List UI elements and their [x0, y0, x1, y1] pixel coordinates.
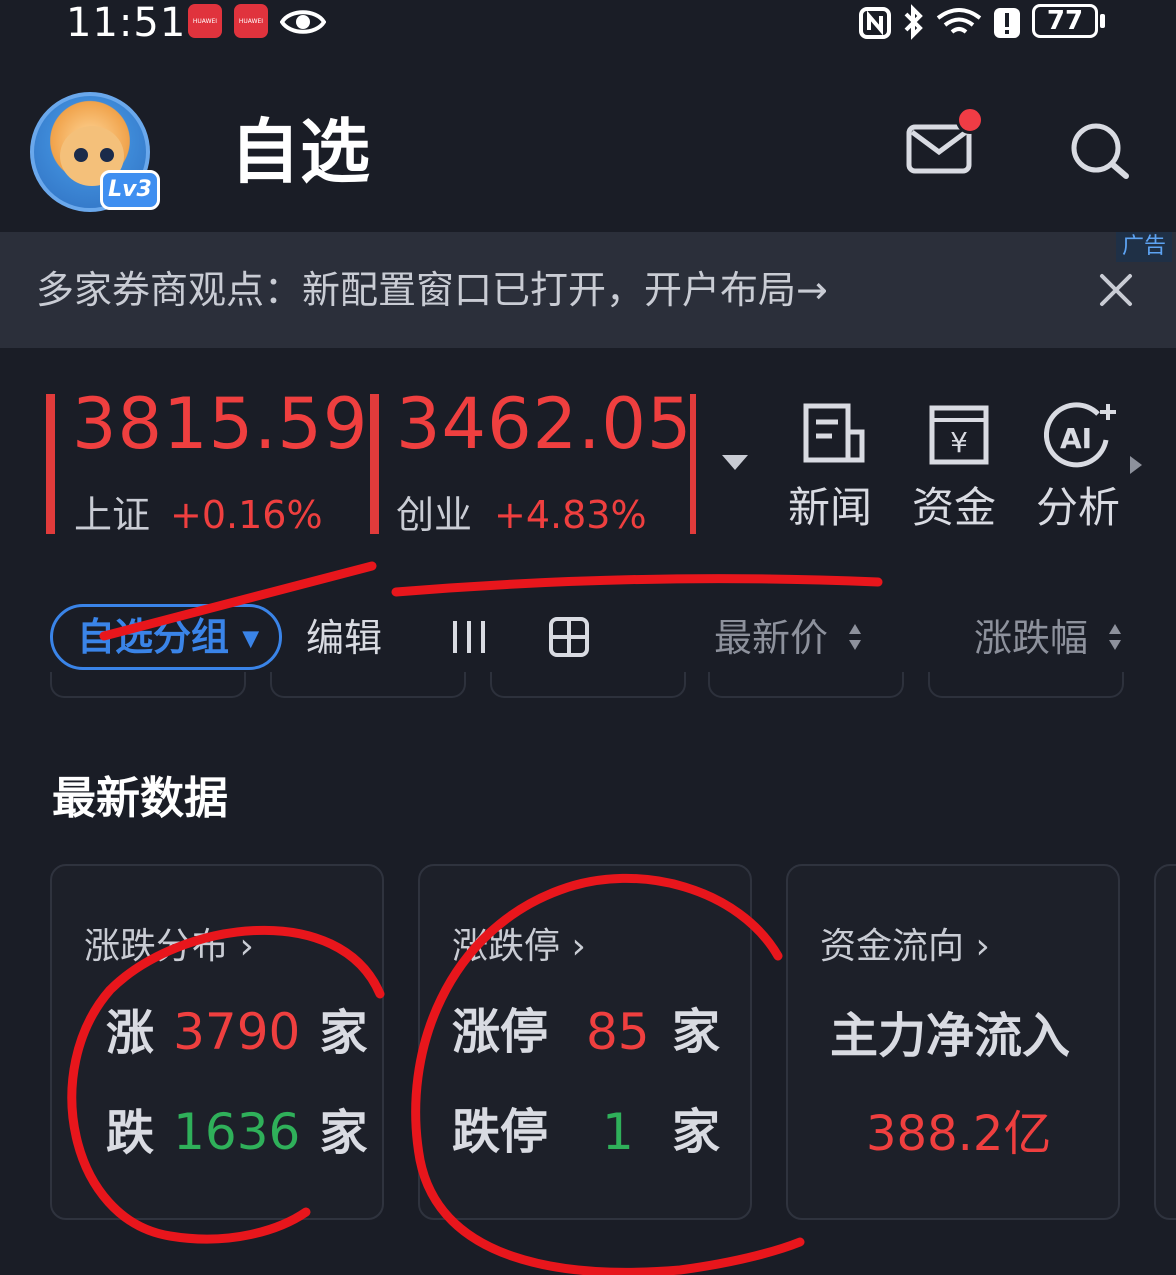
chevron-down-icon[interactable]	[720, 452, 750, 472]
card-title: 涨跌停 ›	[452, 926, 586, 967]
battery-tip	[1100, 14, 1105, 28]
search-icon[interactable]	[1066, 120, 1132, 180]
index-change-shanghai: +0.16%	[170, 493, 323, 537]
placeholder-chip	[50, 672, 246, 698]
card-row-fall: 跌 1636 家	[106, 1103, 368, 1161]
bluetooth-icon	[904, 4, 923, 40]
index-name-shanghai: 上证	[74, 493, 151, 537]
huawei-notification-icon: HUAWEI	[188, 4, 222, 38]
svg-text:AI: AI	[1060, 422, 1092, 455]
close-icon[interactable]	[1096, 270, 1136, 310]
chevron-right-icon: ›	[228, 926, 254, 967]
sort-change-pct[interactable]: 涨跌幅	[974, 610, 1088, 666]
card-capital-flow[interactable]: 资金流向 › 主力净流入 388.2亿	[786, 864, 1120, 1220]
placeholder-chip	[928, 672, 1124, 698]
index-value-chinext[interactable]: 3462.05	[396, 380, 692, 468]
page-title: 自选	[230, 111, 370, 193]
news-icon[interactable]	[800, 402, 868, 466]
watchlist-group-button[interactable]: 自选分组 ▼	[50, 604, 282, 670]
card-row-limit-up: 涨停 85 家	[452, 1003, 721, 1061]
section-title-latest-data: 最新数据	[52, 773, 228, 824]
index-indicator-bar	[370, 394, 379, 534]
card-title: 涨跌分布 ›	[84, 926, 254, 967]
tool-analysis[interactable]: 分析	[1036, 480, 1120, 536]
index-change-chinext: +4.83%	[494, 493, 647, 537]
columns-icon[interactable]	[450, 618, 488, 656]
card-row-rise: 涨 3790 家	[106, 1003, 368, 1061]
annotation-underline-long	[391, 574, 883, 597]
avatar-eye-left	[74, 148, 88, 162]
index-value-shanghai[interactable]: 3815.59	[72, 380, 368, 468]
placeholder-chip	[490, 672, 686, 698]
sort-latest-price[interactable]: 最新价	[714, 610, 828, 666]
index-name-chinext: 创业	[396, 493, 473, 537]
svg-text:¥: ¥	[950, 426, 968, 459]
edit-button[interactable]: 编辑	[306, 610, 382, 666]
grid-icon[interactable]	[548, 616, 590, 658]
index-indicator-bar	[690, 394, 696, 534]
index-indicator-bar	[46, 394, 55, 534]
nfc-icon	[859, 7, 891, 39]
card-limit-up-down[interactable]: 涨跌停 › 涨停 85 家 跌停 1 家	[418, 864, 752, 1220]
ad-banner-text[interactable]: 多家券商观点：新配置窗口已打开，开户布局→	[36, 262, 828, 318]
wifi-icon	[936, 8, 982, 34]
card-partial-next[interactable]	[1154, 864, 1176, 1220]
ad-tag: 广告	[1116, 232, 1172, 262]
tool-funds[interactable]: 资金	[912, 480, 996, 536]
chevron-right-icon: ›	[560, 926, 586, 967]
alert-icon	[994, 8, 1020, 38]
tool-news[interactable]: 新闻	[788, 480, 872, 536]
chevron-right-icon: ›	[964, 926, 990, 967]
card-rise-fall-distribution[interactable]: 涨跌分布 › 涨 3790 家 跌 1636 家	[50, 864, 384, 1220]
status-time: 11:51	[66, 0, 187, 46]
main-net-inflow-label: 主力净流入	[830, 1008, 1071, 1064]
sort-icon[interactable]	[848, 622, 862, 652]
unread-dot	[956, 106, 984, 134]
main-net-inflow-value: 388.2亿	[866, 1106, 1052, 1162]
level-badge: Lv3	[100, 170, 160, 210]
placeholder-chip	[270, 672, 466, 698]
ai-analysis-icon[interactable]: AI	[1040, 400, 1120, 472]
card-title: 资金流向 ›	[820, 926, 990, 967]
chevron-right-icon[interactable]	[1128, 454, 1144, 476]
avatar-eye-right	[100, 148, 114, 162]
huawei-notification-icon-2: HUAWEI	[234, 4, 268, 38]
chevron-down-icon: ▼	[242, 626, 260, 652]
funds-icon[interactable]: ¥	[926, 402, 992, 468]
watchlist-group-label: 自选分组	[77, 615, 230, 659]
sort-icon[interactable]	[1108, 622, 1122, 652]
card-row-limit-down: 跌停 1 家	[452, 1103, 721, 1161]
eye-icon	[280, 10, 326, 34]
placeholder-chip	[708, 672, 904, 698]
battery-indicator: 77	[1032, 4, 1098, 38]
